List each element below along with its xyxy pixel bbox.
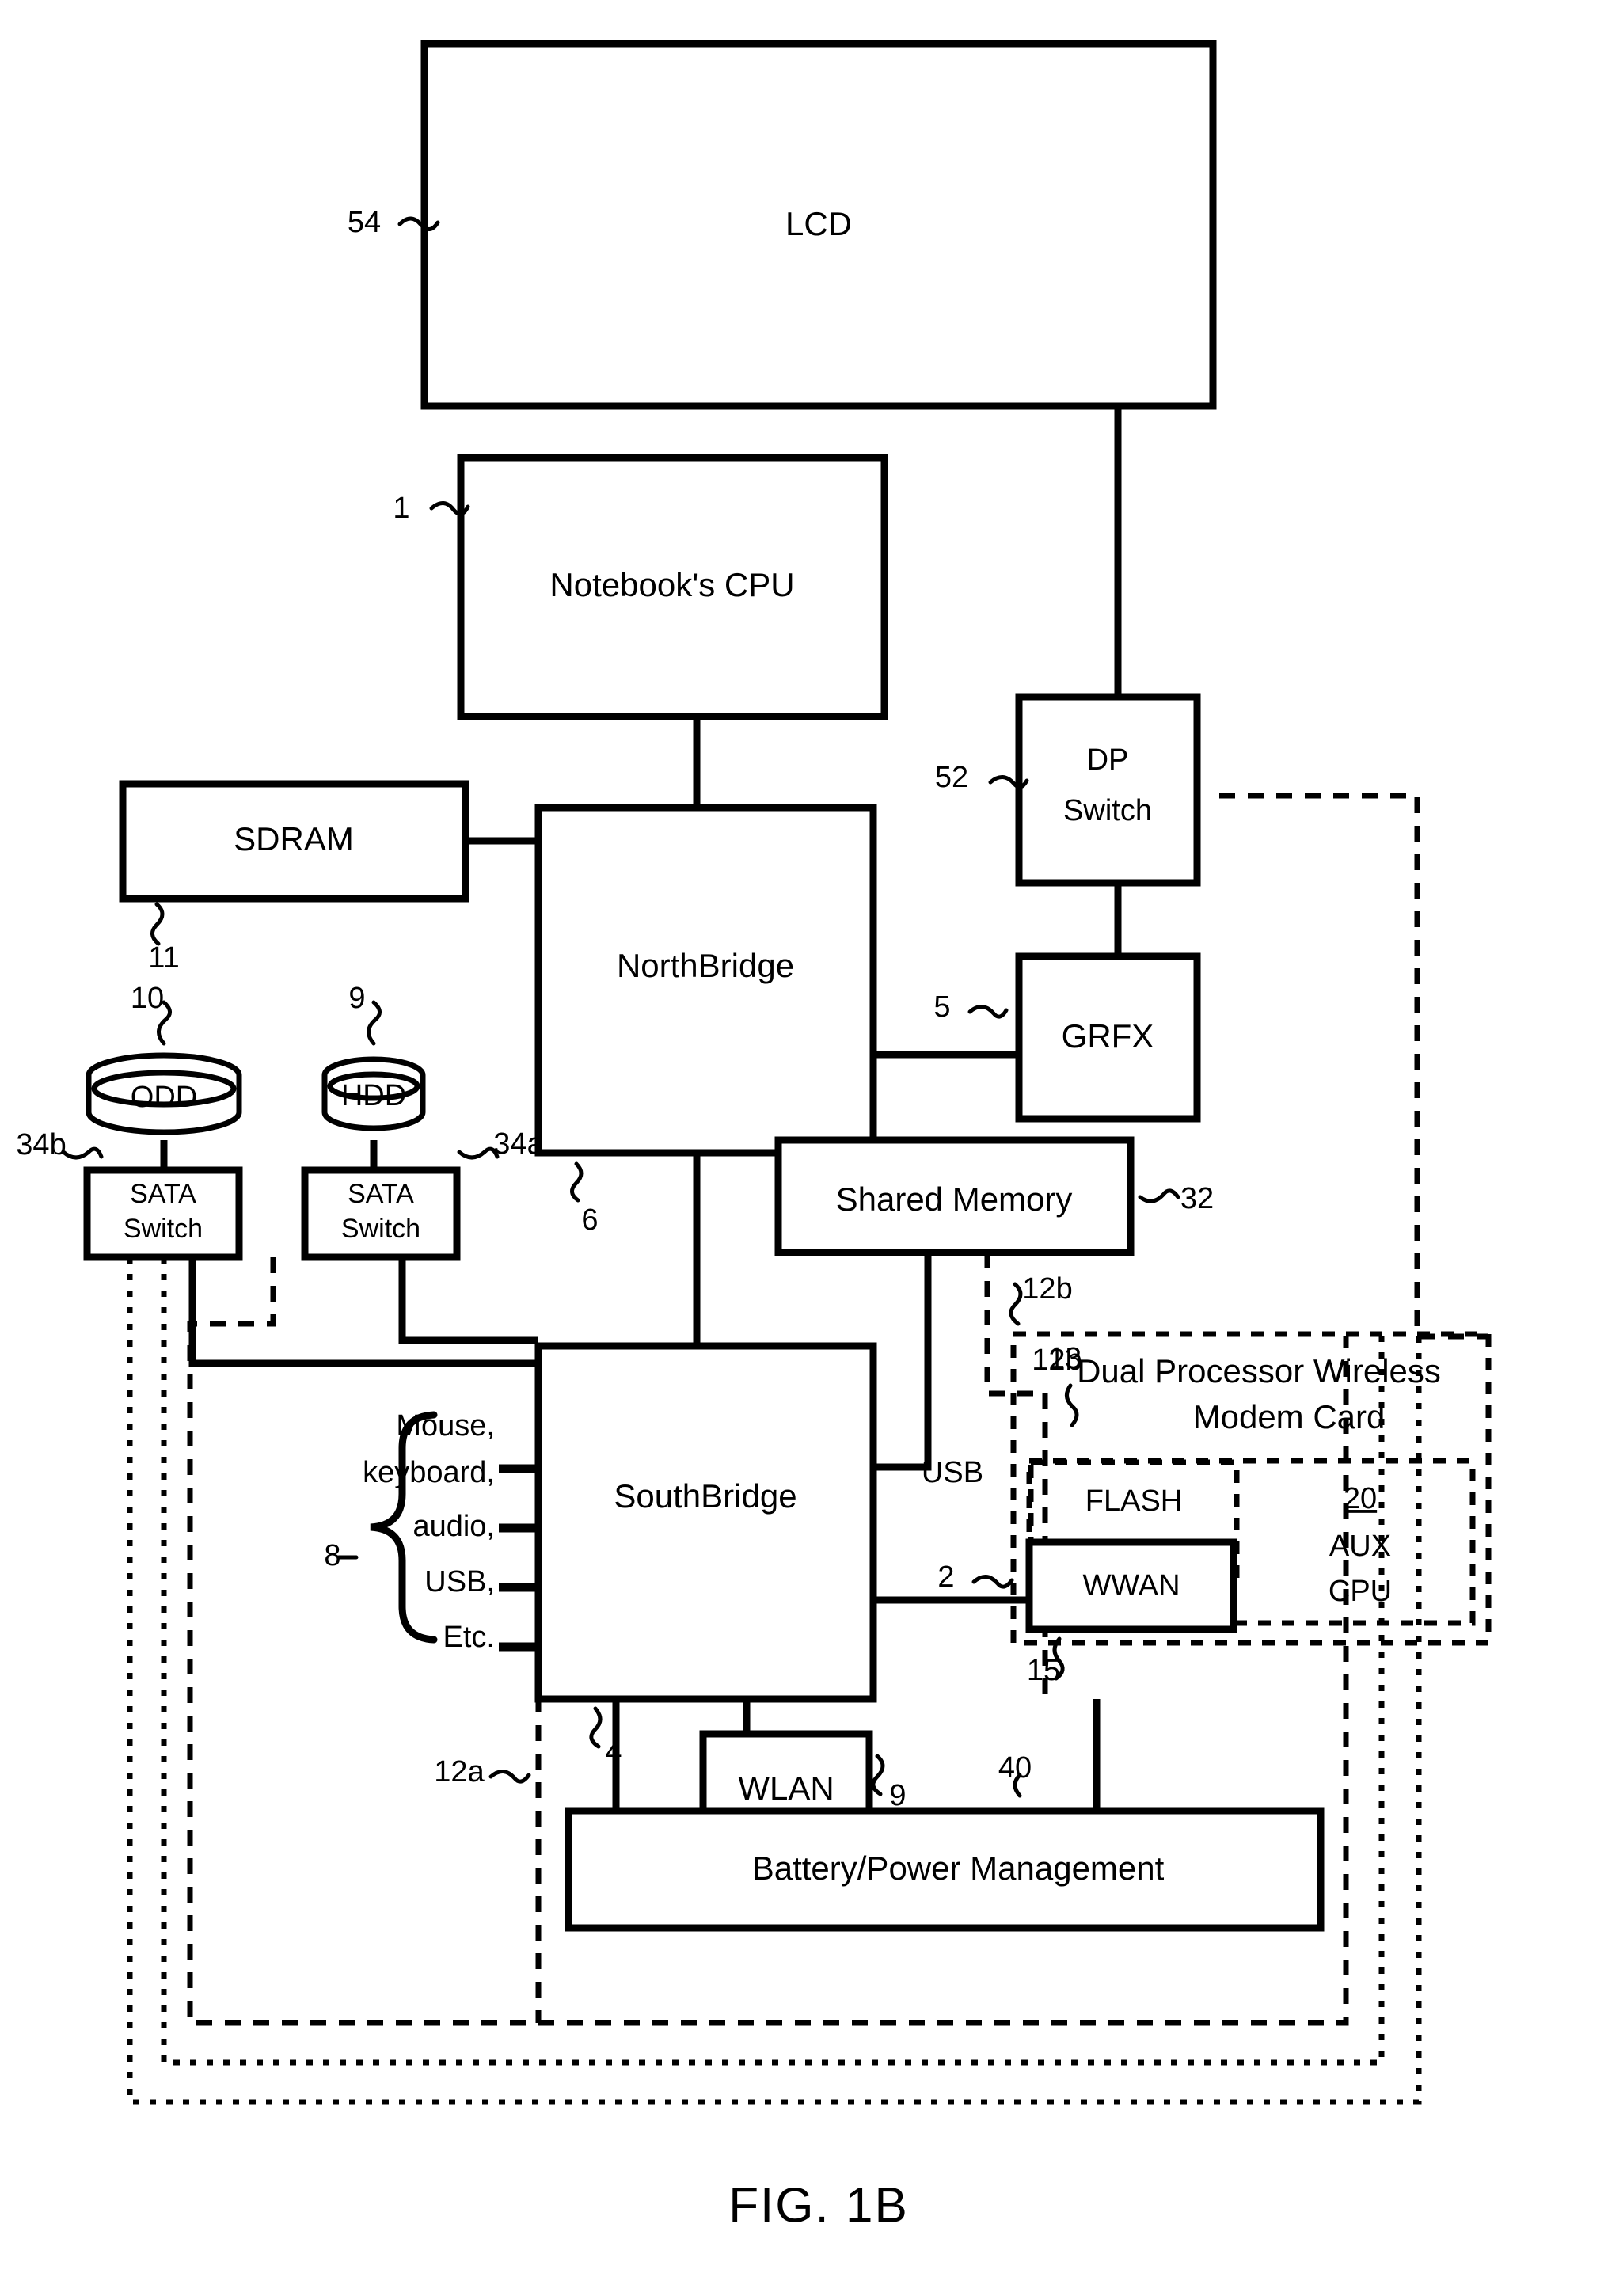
ref-10: 10 (131, 982, 164, 1015)
notebook-cpu-label: Notebook's CPU (549, 566, 794, 603)
ref-32: 32 (1180, 1182, 1214, 1215)
leader-12a (488, 1770, 531, 1784)
ref-13: 13 (1048, 1342, 1082, 1375)
dp-switch-block[interactable] (1015, 693, 1201, 887)
grfx-label: GRFX (1062, 1017, 1154, 1055)
leader-6 (570, 1161, 584, 1203)
sdram-label: SDRAM (234, 820, 354, 857)
odd-label: ODD (131, 1081, 197, 1114)
aux-cpu-number: 20 (1344, 1482, 1377, 1515)
shared-memory-label: Shared Memory (836, 1180, 1073, 1218)
dp-switch-label-1: DP (1087, 743, 1129, 777)
ref-34b: 34b (16, 1128, 66, 1161)
io-item-usb: USB, (424, 1565, 495, 1598)
ref-2: 2 (937, 1560, 954, 1594)
wire-sata-a-to-southbridge (398, 1257, 538, 1344)
southbridge-label: SouthBridge (614, 1477, 796, 1515)
ref-12b-bus: 12b (1022, 1272, 1072, 1306)
ref-9-hdd: 9 (348, 982, 365, 1015)
hdd-label: HDD (341, 1079, 406, 1112)
wlan-label: WLAN (738, 1770, 834, 1807)
ref-34a: 34a (493, 1127, 544, 1161)
modem-card-label-1: Dual Processor Wireless (1077, 1352, 1441, 1389)
sata-switch-a-label-2: Switch (341, 1214, 420, 1244)
flash-label: FLASH (1085, 1484, 1182, 1518)
wire-sharedmem-to-southbridge (873, 1253, 932, 1471)
sata-switch-a-label-1: SATA (348, 1179, 414, 1209)
northbridge-label: NorthBridge (617, 947, 794, 984)
sata-switch-b-label-1: SATA (130, 1179, 196, 1209)
wwan-label: WWAN (1082, 1569, 1180, 1602)
ref-12a: 12a (434, 1755, 485, 1789)
io-item-etc: Etc. (443, 1621, 495, 1654)
leader-5 (967, 1005, 1009, 1019)
ref-4: 4 (605, 1735, 622, 1769)
io-item-keyboard: keyboard, (363, 1456, 495, 1489)
leader-9-wlan (871, 1754, 885, 1796)
figure-caption: FIG. 1B (728, 2178, 909, 2233)
wire-sata-b-to-southbridge (188, 1257, 538, 1367)
ref-52: 52 (935, 761, 968, 794)
ref-5: 5 (933, 990, 950, 1024)
ref-11: 11 (148, 941, 179, 975)
sata-switch-b-label-2: Switch (124, 1214, 203, 1244)
ref-6: 6 (581, 1203, 598, 1237)
southbridge-block[interactable] (534, 1342, 877, 1703)
block-diagram: LCD 54 Notebook's CPU 1 SDRAM 11 NorthBr… (16, 40, 1492, 2233)
io-item-audio: audio, (412, 1510, 495, 1543)
lcd-label: LCD (785, 205, 852, 242)
usb-connection-label: USB (922, 1456, 983, 1489)
aux-cpu-label-2: CPU (1329, 1575, 1392, 1608)
io-item-mouse: Mouse, (396, 1409, 495, 1443)
ref-9-wlan: 9 (889, 1779, 906, 1812)
leader-2 (971, 1575, 1014, 1589)
leader-32 (1138, 1188, 1180, 1203)
modem-card-label-2: Modem Card (1193, 1398, 1386, 1435)
aux-cpu-label-1: AUX (1329, 1530, 1391, 1563)
leader-9-hdd (367, 1000, 382, 1046)
dp-switch-label-2: Switch (1063, 794, 1152, 827)
leader-4 (589, 1706, 603, 1749)
ref-54: 54 (348, 206, 381, 239)
bus-dp-switch-dashed (1219, 793, 1488, 1340)
leader-13 (1065, 1383, 1079, 1427)
ref-1: 1 (393, 492, 409, 525)
leader-34a (457, 1146, 500, 1160)
battery-label: Battery/Power Management (752, 1849, 1165, 1887)
patent-figure-canvas: LCD 54 Notebook's CPU 1 SDRAM 11 NorthBr… (0, 0, 1608, 2296)
ref-8: 8 (324, 1539, 340, 1572)
leader-34b (61, 1146, 104, 1160)
ref-40: 40 (998, 1751, 1032, 1785)
leader-11 (150, 902, 165, 946)
leader-12b (1009, 1282, 1023, 1326)
ref-15: 15 (1027, 1654, 1060, 1687)
